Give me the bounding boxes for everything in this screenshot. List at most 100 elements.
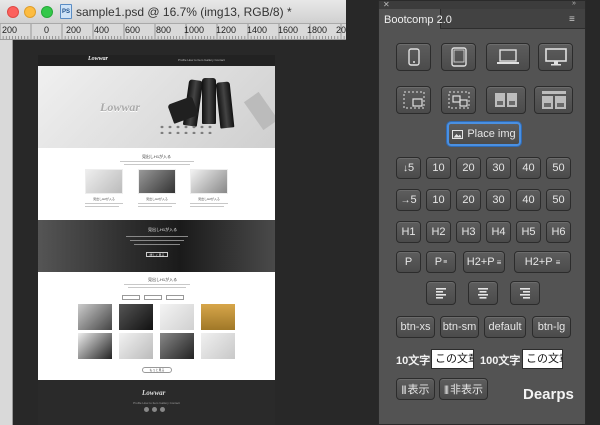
panel-header-strip: ✕ » xyxy=(379,0,585,9)
h5-button[interactable]: H5 xyxy=(516,221,541,243)
paragraph-button[interactable]: P xyxy=(396,251,421,273)
social-icon xyxy=(160,407,165,412)
text-line xyxy=(190,203,228,204)
button-label: H5 xyxy=(521,226,536,238)
label-10-chars: 10文字 xyxy=(396,355,431,367)
margin-50-button[interactable]: 50 xyxy=(546,189,571,211)
h2-button[interactable]: H2 xyxy=(426,221,451,243)
align-center-lines-icon: ≡ xyxy=(555,257,561,267)
mockup-section-heading: 見出しH1が入る xyxy=(141,154,172,159)
mockup-banner-button: 詳しく見る xyxy=(146,252,168,257)
indent-10-button[interactable]: 10 xyxy=(426,157,451,179)
indent-20-button[interactable]: 20 xyxy=(456,157,481,179)
text-line xyxy=(124,284,190,285)
margin-20-button[interactable]: 20 xyxy=(456,189,481,211)
button-label: H4 xyxy=(491,226,506,238)
spray-can-image xyxy=(215,81,235,129)
tab-bootcomp[interactable]: Bootcomp 2.0 xyxy=(379,9,452,29)
button-label: H2 xyxy=(431,226,446,238)
margin-10-button[interactable]: 10 xyxy=(426,189,451,211)
btn-xs-button[interactable]: btn-xs xyxy=(396,316,435,338)
button-label: 10 xyxy=(432,162,445,174)
btn-lg-button[interactable]: btn-lg xyxy=(532,316,571,338)
button-label: 10 xyxy=(432,194,445,206)
align-right-button[interactable] xyxy=(510,281,540,305)
mockup-small-button xyxy=(122,295,140,300)
maximize-window-button[interactable] xyxy=(41,6,53,18)
collapse-icon[interactable]: » xyxy=(572,0,576,7)
ruler-label: 0 xyxy=(44,25,50,35)
mockup-menu: Profile How to Item Gallery Contact xyxy=(178,58,225,62)
align-left-lines-icon: ≡ xyxy=(496,257,502,267)
button-label: btn-xs xyxy=(400,321,431,333)
h6-button[interactable]: H6 xyxy=(546,221,571,243)
h2-plus-p-center-button[interactable]: H2+P ≡ xyxy=(514,251,571,273)
image-grid-alt-button[interactable] xyxy=(534,86,573,114)
text-line xyxy=(85,206,119,207)
image-grid-icon xyxy=(495,93,517,107)
ruler-label: 600 xyxy=(125,25,141,35)
image-grid-button[interactable] xyxy=(486,86,526,114)
phone-device-button[interactable] xyxy=(396,43,431,71)
document-titlebar[interactable]: PS sample1.psd @ 16.7% (img13, RGB/8) * xyxy=(0,0,346,24)
marquee-icon xyxy=(403,91,424,109)
margin-5-button[interactable]: → 5 xyxy=(396,189,421,211)
align-center-button[interactable] xyxy=(468,281,498,305)
vertical-ruler[interactable] xyxy=(0,40,13,425)
close-icon[interactable]: ✕ xyxy=(383,0,390,9)
mockup-hero-image: Lowwar xyxy=(38,66,275,148)
document-title: sample1.psd @ 16.7% (img13, RGB/8) * xyxy=(76,5,292,19)
align-center-icon xyxy=(478,288,488,299)
mockup-hero-logo: Lowwar xyxy=(100,100,141,114)
mockup-thumbnail xyxy=(190,169,228,194)
ruler-label: 1000 xyxy=(184,25,205,35)
button-label: 40 xyxy=(522,194,535,206)
indent-5-button[interactable]: ↓ 5 xyxy=(396,157,421,179)
text-line xyxy=(190,206,224,207)
indent-40-button[interactable]: 40 xyxy=(516,157,541,179)
horizontal-ruler[interactable]: 200 0 200 400 600 800 1000 1200 1400 160… xyxy=(0,24,346,40)
desktop-device-button[interactable] xyxy=(538,43,573,71)
btn-default-button[interactable]: default xyxy=(484,316,526,338)
text-line xyxy=(85,203,123,204)
panel-menu-icon[interactable]: ≡ xyxy=(569,14,575,25)
columns-icon: ||| xyxy=(401,384,406,394)
button-label: 30 xyxy=(492,162,505,174)
minimize-window-button[interactable] xyxy=(24,6,36,18)
tool-image xyxy=(243,91,275,131)
ruler-label: 1800 xyxy=(307,25,328,35)
psd-file-icon: PS xyxy=(60,4,72,19)
image-icon xyxy=(452,129,464,139)
mockup-thumbnail xyxy=(85,169,123,194)
btn-sm-button[interactable]: btn-sm xyxy=(440,316,479,338)
gallery-image xyxy=(201,333,235,359)
show-grid-button[interactable]: ||| 表示 xyxy=(396,378,435,400)
button-label: P xyxy=(434,256,443,268)
paragraph-small-button[interactable]: P ≡ xyxy=(426,251,456,273)
indent-30-button[interactable]: 30 xyxy=(486,157,511,179)
h1-button[interactable]: H1 xyxy=(396,221,421,243)
place-img-button[interactable]: Place img xyxy=(447,122,521,146)
margin-40-button[interactable]: 40 xyxy=(516,189,541,211)
align-left-button[interactable] xyxy=(426,281,456,305)
grid-layout-button[interactable] xyxy=(441,86,476,114)
tablet-device-button[interactable] xyxy=(441,43,476,71)
close-window-button[interactable] xyxy=(7,6,19,18)
button-label: btn-sm xyxy=(442,321,477,333)
button-label: 表示 xyxy=(407,384,430,396)
h4-button[interactable]: H4 xyxy=(486,221,511,243)
mockup-dark-banner: 見出しH1が入る 詳しく見る xyxy=(38,220,275,272)
select-layout-button[interactable] xyxy=(396,86,431,114)
text-line xyxy=(134,244,180,245)
h3-button[interactable]: H3 xyxy=(456,221,481,243)
laptop-device-button[interactable] xyxy=(486,43,530,71)
hide-grid-button[interactable]: ||| 非表示 xyxy=(439,378,488,400)
mockup-small-button xyxy=(144,295,162,300)
text-100-input[interactable]: この文章は xyxy=(522,349,563,369)
social-icon xyxy=(152,407,157,412)
h2-plus-p-button[interactable]: H2+P ≡ xyxy=(463,251,505,273)
website-mockup[interactable]: Lowwar Profile How to Item Gallery Conta… xyxy=(38,55,275,425)
indent-50-button[interactable]: 50 xyxy=(546,157,571,179)
margin-30-button[interactable]: 30 xyxy=(486,189,511,211)
text-10-input[interactable]: この文章は xyxy=(431,349,474,369)
